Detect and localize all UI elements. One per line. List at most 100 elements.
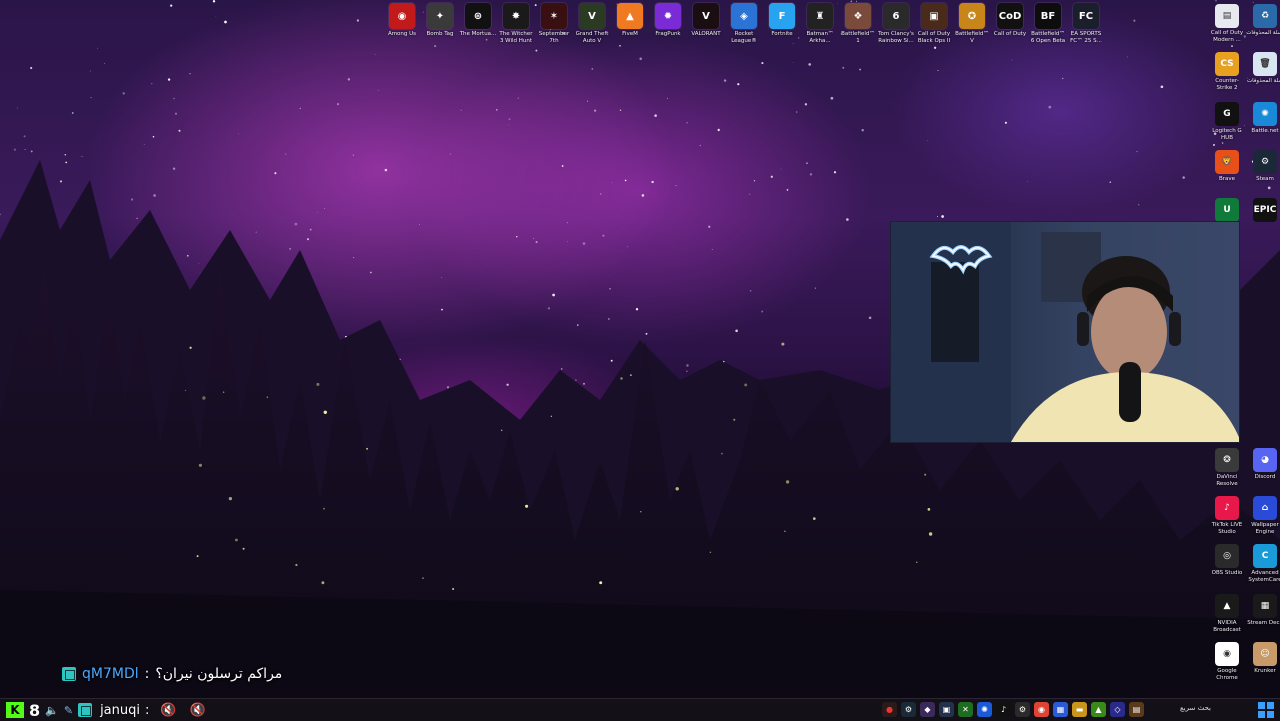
vpn-icon[interactable]: ◆ — [920, 702, 935, 717]
start-button[interactable] — [1258, 702, 1274, 718]
desktop-icon[interactable]: V Grand Theft Auto V — [573, 3, 611, 44]
desktop-icon[interactable]: ♻ إسلة المحذوفات — [1246, 4, 1280, 43]
desktop-icon[interactable]: ☺ Krunker — [1246, 642, 1280, 681]
desktop-icon[interactable]: ◉ Google Chrome — [1208, 642, 1246, 681]
desktop-icon[interactable]: ◈ Rocket League® — [725, 3, 763, 44]
desktop-icon-label: Tom Clancy's Rainbow Si... — [878, 31, 914, 44]
desktop-icon-label: Grand Theft Auto V — [575, 31, 609, 44]
vscode-icon[interactable]: ◇ — [1110, 702, 1125, 717]
desktop-icons-top: ◉ Among Us ✦ Bomb Tag ⊛ The Mortua... ✸ The Wit… — [383, 3, 1105, 44]
desktop-icon-label: إسلة المحذوفات — [1246, 30, 1280, 36]
desktop-icon[interactable]: EPIC — [1246, 198, 1280, 237]
store-icon[interactable]: ▦ — [1053, 702, 1068, 717]
app-tile-icon: U — [1215, 198, 1239, 222]
settings-icon[interactable]: ⚙ — [1015, 702, 1030, 717]
app-tile-icon: ❖ — [845, 3, 871, 29]
app-tile-icon: ▦ — [1253, 594, 1277, 618]
desktop-icon[interactable]: ✹ FragPunk — [649, 3, 687, 44]
desktop-icon[interactable]: CoD Call of Duty — [991, 3, 1029, 44]
recorder-icon[interactable]: ● — [882, 702, 897, 717]
desktop-icon[interactable]: 🗑 سلة المحذوفات — [1246, 52, 1280, 91]
desktop-icon[interactable]: ▦ Stream Deck — [1246, 594, 1280, 633]
desktop-icon[interactable]: ✶ September 7th — [535, 3, 573, 44]
desktop-icon[interactable]: FC EA SPORTS FC™ 25 S... — [1067, 3, 1105, 44]
desktop-icon[interactable]: ▣ Call of Duty Black Ops II — [915, 3, 953, 44]
app-tile-icon: ◉ — [1215, 642, 1239, 666]
desktop-icon[interactable]: V VALORANT — [687, 3, 725, 44]
app-tile-icon: 🗑 — [1253, 52, 1277, 76]
desktop-icon-label: Advanced SystemCare — [1248, 570, 1280, 583]
app-tile-icon: ✺ — [1253, 102, 1277, 126]
app-tile-icon: ◎ — [1215, 544, 1239, 568]
app-icon[interactable]: ▣ — [939, 702, 954, 717]
app-tile-icon: ✹ — [655, 3, 681, 29]
desktop-icon[interactable]: ◕ Discord — [1246, 448, 1280, 487]
folder-icon[interactable]: ▬ — [1072, 702, 1087, 717]
desktop-icon[interactable]: ◎ OBS Studio — [1208, 544, 1246, 583]
app-tile-icon: ❂ — [1215, 448, 1239, 472]
nvidia-icon[interactable]: ▲ — [1091, 702, 1106, 717]
desktop-icon[interactable]: ◉ Among Us — [383, 3, 421, 44]
app-tile-icon: ♻ — [1253, 4, 1277, 28]
desktop-icon[interactable]: ❂ DaVinci Resolve — [1208, 448, 1246, 487]
app-tile-icon: ⌂ — [1253, 496, 1277, 520]
mute-icon-2: 🔇 — [189, 702, 206, 718]
app-tile-icon: ⊛ — [465, 3, 491, 29]
desktop-icon-label: Google Chrome — [1216, 668, 1238, 681]
desktop-icon-label: Steam — [1256, 176, 1274, 182]
desktop-icon[interactable]: ♪ TikTok LIVE Studio — [1208, 496, 1246, 535]
desktop-icon[interactable]: ✪ Battlefield™ V — [953, 3, 991, 44]
app-tile-icon: ✪ — [959, 3, 985, 29]
desktop-icon[interactable]: 🦁 Brave — [1208, 150, 1246, 189]
chat-badge-icon-2 — [78, 703, 93, 717]
desktop-icon[interactable]: BF Battlefield™ 6 Open Beta — [1029, 3, 1067, 44]
app-tile-icon: CS — [1215, 52, 1239, 76]
desktop-icon[interactable]: ⌂ Wallpaper Engine — [1246, 496, 1280, 535]
xbox-icon[interactable]: ✕ — [958, 702, 973, 717]
desktop-icon-label: Battlefield™ V — [955, 31, 989, 44]
desktop-icon-label: Krunker — [1254, 668, 1276, 674]
desktop-icon[interactable]: ✸ The Witcher 3 Wild Hunt — [497, 3, 535, 44]
desktop-icon-label: EA SPORTS FC™ 25 S... — [1070, 31, 1102, 44]
desktop-icon[interactable]: ⊛ The Mortua... — [459, 3, 497, 44]
desktop-icon[interactable]: G Logitech G HUB — [1208, 102, 1246, 141]
app-tile-icon: ◈ — [731, 3, 757, 29]
photo-icon[interactable]: ▤ — [1129, 702, 1144, 717]
app-tile-icon: EPIC — [1253, 198, 1277, 222]
desktop-icon[interactable]: CS Counter-Strike 2 — [1208, 52, 1246, 91]
taskbar-apps: ● ⚙ ◆ ▣ ✕ ✺ ♪ ⚙ ◉ ▦ ▬ ▲ ◇ ▤ — [882, 702, 1144, 717]
desktop-icon[interactable]: 6 Tom Clancy's Rainbow Si... — [877, 3, 915, 44]
tiktok-icon[interactable]: ♪ — [996, 702, 1011, 717]
chat-separator: : — [144, 666, 150, 682]
desktop-icon[interactable]: F Fortnite — [763, 3, 801, 44]
app-tile-icon: V — [579, 3, 605, 29]
desktop-icon-label: Brave — [1218, 176, 1236, 182]
app-tile-icon: 6 — [883, 3, 909, 29]
steam-icon[interactable]: ⚙ — [901, 702, 916, 717]
desktop-icon-label: Discord — [1254, 474, 1276, 480]
desktop-icon[interactable]: ▤ Call of Duty Modern ... — [1208, 4, 1246, 43]
desktop-icon[interactable]: ⚙ Steam — [1246, 150, 1280, 189]
desktop-icon[interactable]: ♜ Batman™ Arkha... — [801, 3, 839, 44]
desktop-icon-label: Call of Duty — [993, 31, 1027, 37]
desktop-icon[interactable]: ❖ Battlefield™ 1 — [839, 3, 877, 44]
app-tile-icon: 🦁 — [1215, 150, 1239, 174]
desktop-icon[interactable]: ▲ NVIDIA Broadcast — [1208, 594, 1246, 633]
app-tile-icon: BF — [1035, 3, 1061, 29]
battlenet-icon[interactable]: ✺ — [977, 702, 992, 717]
desktop-icon[interactable]: ✺ Battle.net — [1246, 102, 1280, 141]
taskbar-search[interactable]: بحث سريع — [1180, 704, 1211, 712]
chrome-icon[interactable]: ◉ — [1034, 702, 1049, 717]
app-tile-icon: ◉ — [389, 3, 415, 29]
desktop-icon[interactable]: C Advanced SystemCare — [1246, 544, 1280, 583]
desktop-icon[interactable]: ▲ FiveM — [611, 3, 649, 44]
app-tile-icon: ☺ — [1253, 642, 1277, 666]
desktop-icon[interactable]: ✦ Bomb Tag — [421, 3, 459, 44]
app-tile-icon: ▲ — [617, 3, 643, 29]
desktop-icon-label: Fortnite — [771, 31, 793, 37]
desktop-icon-label: Among Us — [387, 31, 417, 37]
desktop-icon-label: Bomb Tag — [426, 31, 454, 37]
app-tile-icon: ✦ — [427, 3, 453, 29]
app-tile-icon: ◕ — [1253, 448, 1277, 472]
chat-message: مراكم ترسلون نيران؟ — [155, 666, 283, 682]
